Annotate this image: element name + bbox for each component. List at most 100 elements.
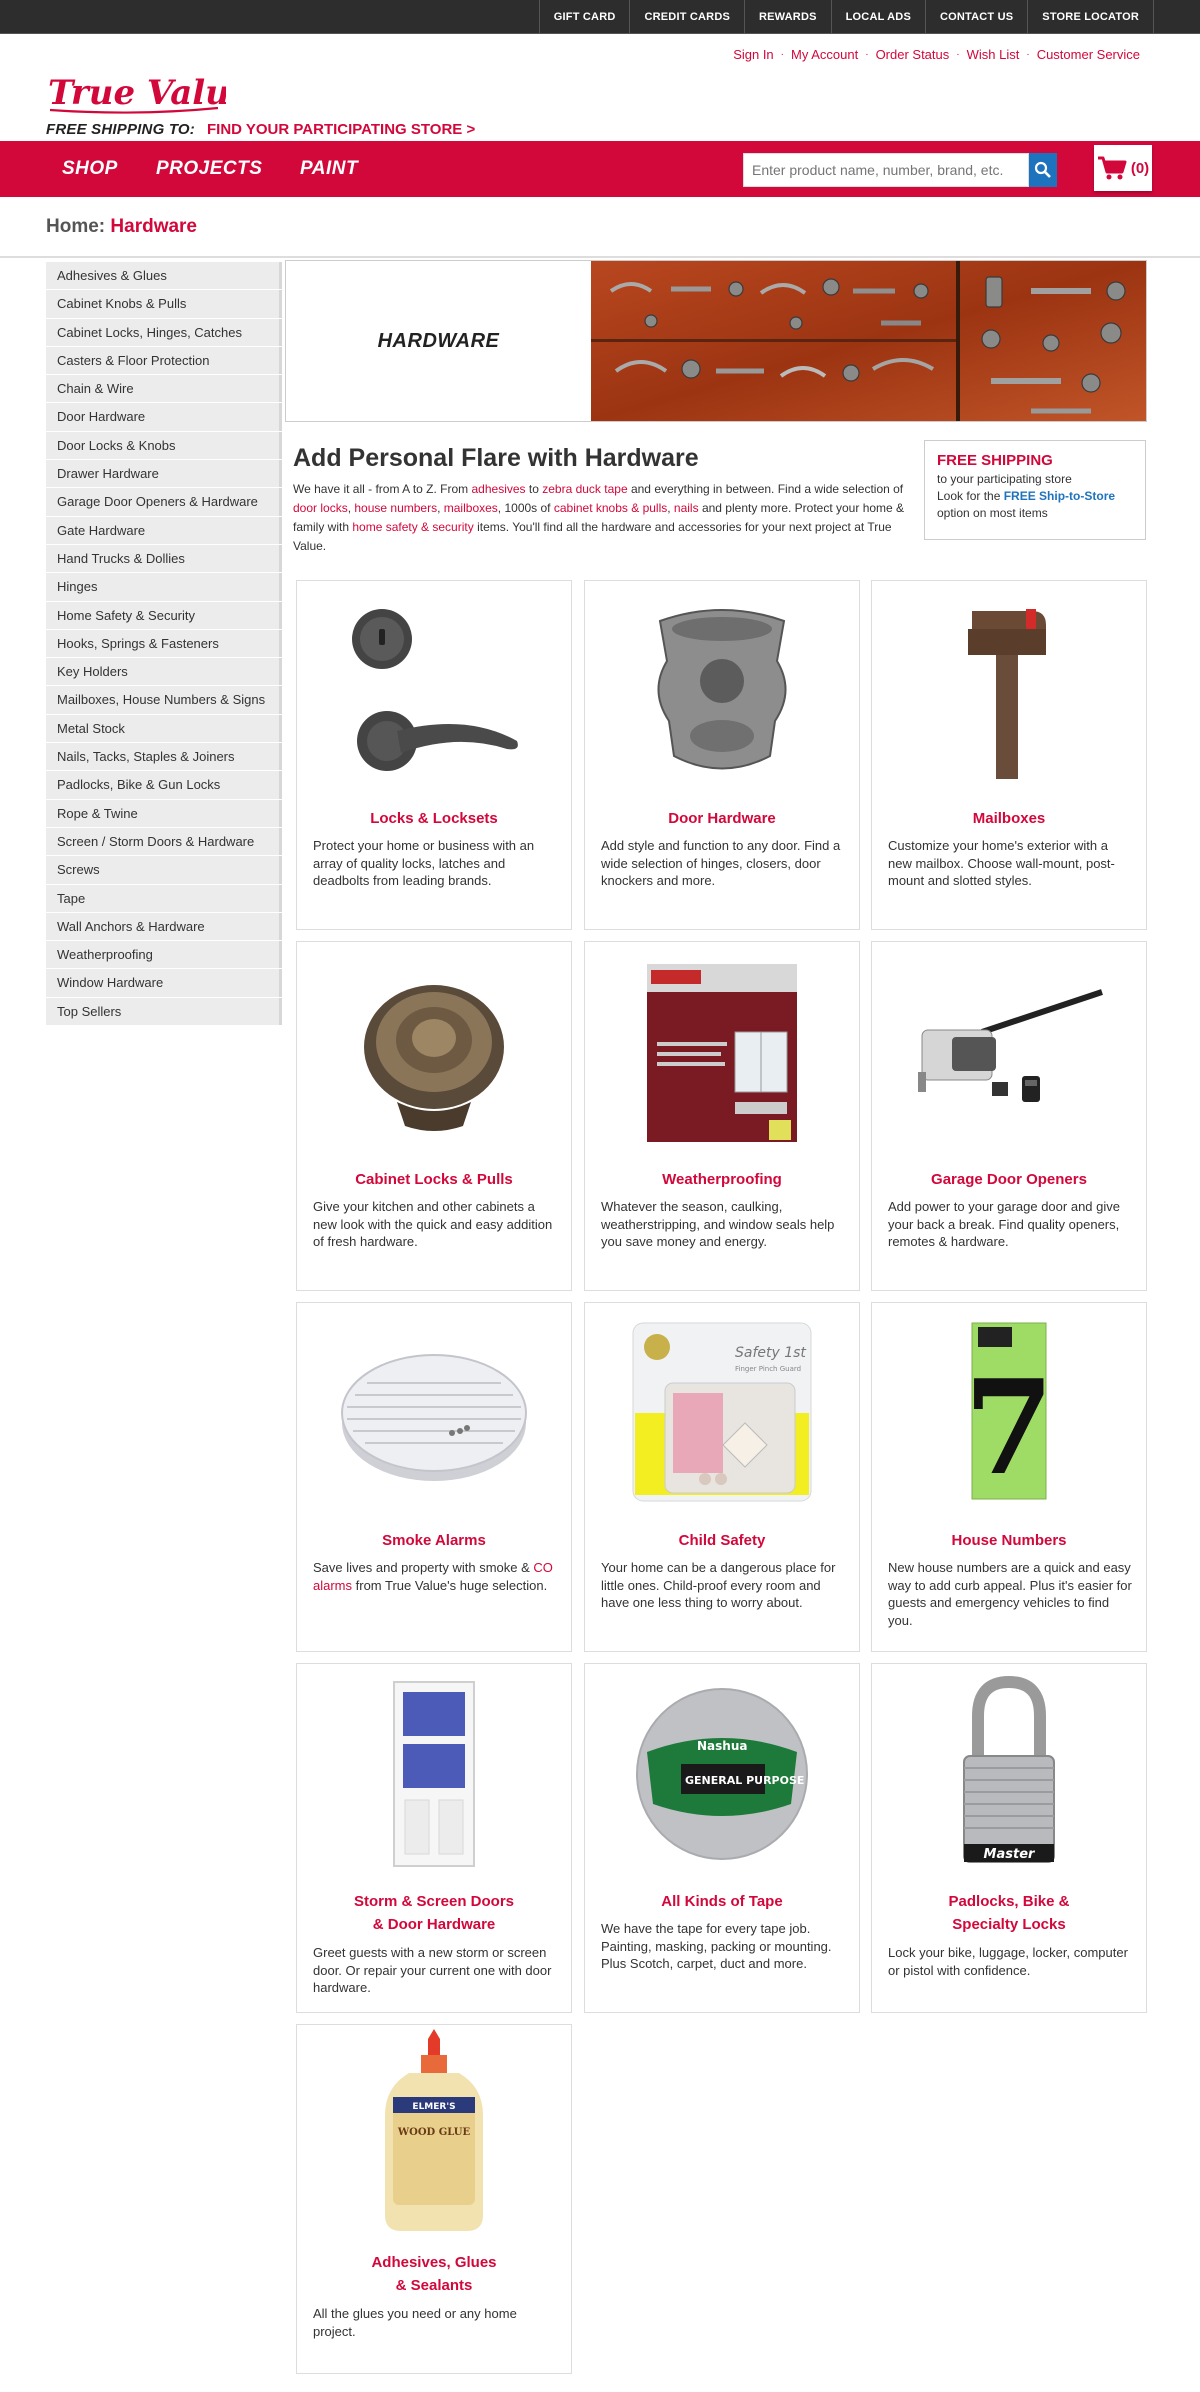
sidebar-item-garage-door-openers[interactable]: Garage Door Openers & Hardware: [46, 488, 282, 517]
shopping-cart-icon: [1097, 156, 1127, 180]
category-description: Greet guests with a new storm or screen …: [313, 1945, 552, 1995]
category-card-house-numbers[interactable]: 7 House Numbers New house numbers are a …: [871, 1302, 1147, 1652]
category-card-child-safety[interactable]: Safety 1st Finger Pinch Guard Child Safe…: [584, 1302, 860, 1652]
search-input[interactable]: [743, 153, 1029, 187]
credit-cards-link[interactable]: CREDIT CARDS: [629, 0, 744, 34]
category-title[interactable]: Storm & Screen Doors & Door Hardware: [297, 1890, 571, 1936]
category-title[interactable]: Padlocks, Bike & Specialty Locks: [872, 1890, 1146, 1936]
category-description: We have the tape for every tape job. Pai…: [601, 1921, 832, 1971]
rewards-link[interactable]: REWARDS: [744, 0, 831, 34]
category-title[interactable]: Door Hardware: [585, 807, 859, 830]
sidebar-item-window-hardware[interactable]: Window Hardware: [46, 969, 282, 998]
sidebar-item-gate-hardware[interactable]: Gate Hardware: [46, 516, 282, 545]
sidebar-item-key-holders[interactable]: Key Holders: [46, 658, 282, 687]
category-title[interactable]: Garage Door Openers: [872, 1168, 1146, 1191]
cabinet-knobs-link[interactable]: cabinet knobs & pulls: [554, 501, 667, 515]
search-button[interactable]: [1029, 153, 1057, 187]
category-title-line1[interactable]: Adhesives, Glues: [297, 2251, 571, 2274]
insulation-kit-icon: [647, 964, 797, 1142]
category-title[interactable]: Locks & Locksets: [297, 807, 571, 830]
find-store-link[interactable]: FIND YOUR PARTICIPATING STORE >: [207, 121, 475, 138]
true-value-logo[interactable]: True Value: [46, 70, 226, 118]
category-card-mailboxes[interactable]: Mailboxes Customize your home's exterior…: [871, 580, 1147, 930]
wish-list-link[interactable]: Wish List: [967, 47, 1020, 63]
nav-projects[interactable]: PROJECTS: [156, 141, 262, 197]
category-card-adhesives[interactable]: ELMER'S WOOD GLUE Adhesives, Glues & Seal…: [296, 2024, 572, 2374]
category-title[interactable]: All Kinds of Tape: [585, 1890, 859, 1913]
sidebar-item-screen-storm-doors[interactable]: Screen / Storm Doors & Hardware: [46, 827, 282, 857]
sidebar-item-wall-anchors[interactable]: Wall Anchors & Hardware: [46, 912, 282, 942]
adhesives-link[interactable]: adhesives: [472, 482, 526, 496]
mailboxes-link[interactable]: mailboxes: [444, 501, 498, 515]
category-card-padlocks[interactable]: Master Padlocks, Bike & Specialty Locks L…: [871, 1663, 1147, 2013]
sidebar-item-hinges[interactable]: Hinges: [46, 573, 282, 602]
store-locator-link[interactable]: STORE LOCATOR: [1027, 0, 1154, 34]
category-title-line2[interactable]: Specialty Locks: [872, 1913, 1146, 1936]
sidebar-item-cabinet-knobs-pulls[interactable]: Cabinet Knobs & Pulls: [46, 290, 282, 319]
sidebar-item-door-hardware[interactable]: Door Hardware: [46, 403, 282, 432]
sidebar-item-drawer-hardware[interactable]: Drawer Hardware: [46, 460, 282, 489]
gift-card-link[interactable]: GIFT CARD: [538, 0, 630, 34]
category-title-line2[interactable]: & Sealants: [297, 2274, 571, 2297]
category-title[interactable]: Child Safety: [585, 1529, 859, 1552]
sidebar-item-rope-twine[interactable]: Rope & Twine: [46, 799, 282, 828]
category-title[interactable]: Smoke Alarms: [297, 1529, 571, 1552]
order-status-link[interactable]: Order Status: [876, 47, 950, 63]
breadcrumb-separator: :: [98, 216, 111, 237]
door-locks-link[interactable]: door locks: [293, 501, 348, 515]
category-title[interactable]: Adhesives, Glues & Sealants: [297, 2251, 571, 2297]
sign-in-link[interactable]: Sign In: [733, 47, 773, 63]
intro-text: to: [525, 482, 543, 496]
sidebar-item-adhesives-glues[interactable]: Adhesives & Glues: [46, 262, 282, 291]
category-card-tape[interactable]: Nashua GENERAL PURPOSE All Kinds of Tape…: [584, 1663, 860, 2013]
cart-button[interactable]: (0): [1094, 145, 1152, 191]
sidebar-item-hand-trucks[interactable]: Hand Trucks & Dollies: [46, 544, 282, 574]
sidebar-item-door-locks-knobs[interactable]: Door Locks & Knobs: [46, 431, 282, 461]
category-card-weatherproofing[interactable]: Weatherproofing Whatever the season, cau…: [584, 941, 860, 1291]
category-title-line1[interactable]: Padlocks, Bike &: [872, 1890, 1146, 1913]
sidebar-item-top-sellers[interactable]: Top Sellers: [46, 997, 282, 1027]
sidebar-item-hooks-springs[interactable]: Hooks, Springs & Fasteners: [46, 629, 282, 659]
category-card-garage-door-openers[interactable]: Garage Door Openers Add power to your ga…: [871, 941, 1147, 1291]
category-title[interactable]: Cabinet Locks & Pulls: [297, 1168, 571, 1191]
sidebar-item-tape[interactable]: Tape: [46, 884, 282, 913]
category-card-smoke-alarms[interactable]: Smoke Alarms Save lives and property wit…: [296, 1302, 572, 1652]
category-card-door-hardware[interactable]: Door Hardware Add style and function to …: [584, 580, 860, 930]
category-card-locks[interactable]: Locks & Locksets Protect your home or bu…: [296, 580, 572, 930]
sidebar-item-casters[interactable]: Casters & Floor Protection: [46, 346, 282, 376]
sidebar-item-screws[interactable]: Screws: [46, 856, 282, 885]
customer-service-link[interactable]: Customer Service: [1037, 47, 1140, 63]
sidebar-item-home-safety[interactable]: Home Safety & Security: [46, 601, 282, 630]
nails-link[interactable]: nails: [674, 501, 699, 515]
separator-dot: ·: [780, 49, 785, 60]
sidebar-item-metal-stock[interactable]: Metal Stock: [46, 714, 282, 744]
home-safety-link[interactable]: home safety & security: [352, 520, 473, 534]
sidebar-item-mailboxes[interactable]: Mailboxes, House Numbers & Signs: [46, 686, 282, 715]
my-account-link[interactable]: My Account: [791, 47, 858, 63]
sidebar-item-nails[interactable]: Nails, Tacks, Staples & Joiners: [46, 743, 282, 772]
house-numbers-link[interactable]: house numbers: [354, 501, 437, 515]
zebra-duck-tape-link[interactable]: zebra duck tape: [542, 482, 627, 496]
smoke-alarm-icon: [341, 1354, 527, 1481]
breadcrumb-home[interactable]: Home: [46, 216, 99, 237]
category-title[interactable]: House Numbers: [872, 1529, 1146, 1552]
category-title-line1[interactable]: Storm & Screen Doors: [297, 1890, 571, 1913]
contact-us-link[interactable]: CONTACT US: [924, 0, 1027, 34]
wood-glue-icon: ELMER'S WOOD GLUE: [385, 2029, 483, 2231]
free-shipping-line2: Look for the FREE Ship-to-Store: [937, 488, 1133, 505]
free-shipping-line3: option on most items: [937, 506, 1048, 520]
nav-shop[interactable]: SHOP: [62, 141, 118, 197]
intro-text: ,: [667, 501, 674, 515]
sidebar-item-cabinet-locks[interactable]: Cabinet Locks, Hinges, Catches: [46, 318, 282, 347]
category-card-cabinet-locks[interactable]: Cabinet Locks & Pulls Give your kitchen …: [296, 941, 572, 1291]
nav-paint[interactable]: PAINT: [300, 141, 358, 197]
sidebar-item-padlocks[interactable]: Padlocks, Bike & Gun Locks: [46, 771, 282, 800]
local-ads-link[interactable]: LOCAL ADS: [830, 0, 925, 34]
category-title-line2[interactable]: & Door Hardware: [297, 1913, 571, 1936]
sidebar-item-chain-wire[interactable]: Chain & Wire: [46, 375, 282, 404]
category-card-storm-doors[interactable]: Storm & Screen Doors & Door Hardware Gree…: [296, 1663, 572, 2013]
sidebar-item-weatherproofing[interactable]: Weatherproofing: [46, 941, 282, 970]
ship-to-store-label[interactable]: FREE Ship-to-Store: [1004, 489, 1115, 503]
category-title[interactable]: Mailboxes: [872, 807, 1146, 830]
category-title[interactable]: Weatherproofing: [585, 1168, 859, 1191]
